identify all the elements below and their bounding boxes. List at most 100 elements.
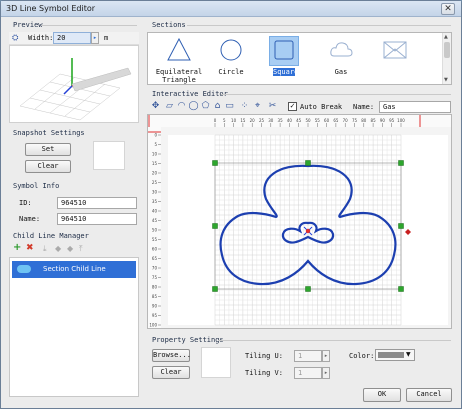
snapshot-set-button[interactable]: Set (25, 143, 71, 156)
ruler-label: 100 (397, 118, 405, 123)
browse-button[interactable]: Browse... (152, 349, 191, 362)
editor-title: Interactive Editor (152, 90, 228, 98)
window-title: 3D Line Symbol Editor (6, 4, 96, 13)
shape-tool-icon[interactable]: ⌂ (212, 101, 223, 112)
ruler-label: 30 (152, 190, 158, 195)
ruler-label: 55 (152, 237, 158, 242)
scroll-down-icon[interactable]: ▼ (444, 77, 448, 83)
tiling-u-field[interactable]: 1 (294, 350, 322, 362)
dialog-window: 3D Line Symbol Editor ✕ Preview ⛭ Width:… (0, 0, 462, 409)
section-item-envelope[interactable] (364, 35, 426, 83)
section-item-square[interactable]: Square (253, 35, 315, 83)
add-node-icon[interactable]: ⌖ (252, 101, 263, 112)
move-tool-icon[interactable]: ✥ (150, 101, 161, 112)
ruler-label: 15 (152, 161, 158, 166)
ruler-label: 35 (278, 118, 284, 123)
preview-viewport[interactable] (9, 45, 139, 123)
delete-icon[interactable]: ✖ (26, 243, 34, 253)
symbol-info-title: Symbol Info (13, 182, 60, 190)
line-icon (17, 265, 31, 273)
gallery-scrollbar[interactable]: ▲ ▼ (442, 33, 451, 84)
move-bottom-icon[interactable]: ⤓ (43, 244, 47, 254)
sections-title: Sections (152, 21, 186, 29)
ruler-label: 90 (152, 304, 158, 309)
ruler-label: 75 (152, 275, 158, 280)
envelope-icon (383, 41, 407, 59)
square-icon (274, 40, 294, 60)
cancel-button[interactable]: Cancel (406, 388, 452, 402)
color-label: Color: (349, 352, 375, 360)
handle[interactable] (305, 286, 311, 292)
close-button[interactable]: ✕ (441, 3, 455, 15)
ruler-label: 70 (343, 118, 349, 123)
tiling-v-spinner[interactable]: ▸ (322, 367, 330, 379)
break-tool-icon[interactable]: ✂ (267, 101, 278, 112)
ruler-label: 15 (240, 118, 246, 123)
snapshot-thumbnail (93, 141, 125, 170)
preview-settings-icon[interactable]: ⛭ (12, 33, 18, 43)
id-field[interactable]: 964510 (57, 197, 137, 209)
child-manager-title: Child Line Manager (13, 232, 89, 240)
tiling-v-field[interactable]: 1 (294, 367, 322, 379)
ruler-label: 5 (223, 118, 226, 123)
rectangle-tool-icon[interactable]: ▭ (224, 101, 235, 112)
ruler-label: 95 (389, 118, 395, 123)
tiling-u-label: Tiling U: (245, 352, 283, 360)
texture-clear-button[interactable]: Clear (152, 366, 190, 379)
property-title: Property Settings (152, 336, 224, 344)
divider (218, 340, 451, 341)
name-field[interactable]: 964510 (57, 213, 137, 225)
move-down-icon[interactable]: ◆ (55, 244, 61, 253)
list-item[interactable]: Section Child Line (12, 261, 136, 278)
move-up-icon[interactable]: ◆ (67, 244, 73, 253)
title-bar: 3D Line Symbol Editor ✕ (1, 1, 461, 17)
tiling-u-spinner[interactable]: ▸ (322, 350, 330, 362)
ruler-label: 30 (268, 118, 274, 123)
section-item-gas[interactable]: Gas (310, 35, 372, 83)
ruler-label: 40 (152, 209, 158, 214)
handle[interactable] (212, 286, 218, 292)
divider (41, 25, 137, 26)
snapshot-title: Snapshot Settings (13, 129, 85, 137)
line-tool-icon[interactable]: ▱ (164, 101, 175, 112)
ellipse-tool-icon[interactable]: ◯ (188, 101, 199, 112)
divider (221, 94, 451, 95)
color-picker[interactable]: ▼ (375, 349, 415, 361)
ruler-label: 65 (152, 256, 158, 261)
editor-name-label: Name: (353, 103, 375, 111)
id-label: ID: (19, 199, 32, 207)
handle[interactable] (305, 160, 311, 166)
scroll-up-icon[interactable]: ▲ (444, 34, 448, 40)
auto-break-checkbox[interactable]: ✓ (288, 102, 297, 111)
handle[interactable] (212, 223, 218, 229)
ruler-label: 50 (305, 118, 311, 123)
section-label: Gas (334, 68, 348, 76)
add-icon[interactable]: + (13, 242, 21, 253)
scroll-thumb[interactable] (444, 42, 450, 58)
width-label: Width: (28, 34, 54, 42)
handle[interactable] (398, 286, 404, 292)
auto-break-label: Auto Break (300, 103, 343, 111)
chevron-down-icon: ▼ (406, 351, 411, 358)
width-input[interactable]: 20 (53, 32, 91, 44)
tiling-v-label: Tiling V: (245, 369, 283, 377)
snapshot-clear-button[interactable]: Clear (25, 160, 71, 173)
handle[interactable] (398, 160, 404, 166)
move-top-icon[interactable]: ⤒ (79, 244, 83, 254)
ruler-label: 60 (324, 118, 330, 123)
ok-button[interactable]: OK (363, 388, 401, 402)
handle[interactable] (212, 160, 218, 166)
ruler-label: 0 (214, 118, 217, 123)
polygon-tool-icon[interactable]: ⬠ (200, 101, 211, 112)
name-label: Name: (19, 215, 41, 223)
node-tool-icon[interactable]: ⁘ (239, 101, 250, 112)
ruler-label: 25 (152, 180, 158, 185)
ruler-label: 40 (287, 118, 293, 123)
arc-tool-icon[interactable]: ◠ (176, 101, 187, 112)
editor-name-field[interactable]: Gas (379, 101, 451, 113)
editor-canvas[interactable]: 0 5 10 15 20 25 30 35 40 45 50 55 60 65 70 75 80 85 90 95 10… (148, 115, 451, 328)
width-spinner[interactable]: ▸ (91, 32, 99, 44)
handle[interactable] (398, 223, 404, 229)
color-swatch (378, 352, 404, 358)
preview-toolbar: ⛭ Width: 20 ▸ m (9, 32, 139, 45)
